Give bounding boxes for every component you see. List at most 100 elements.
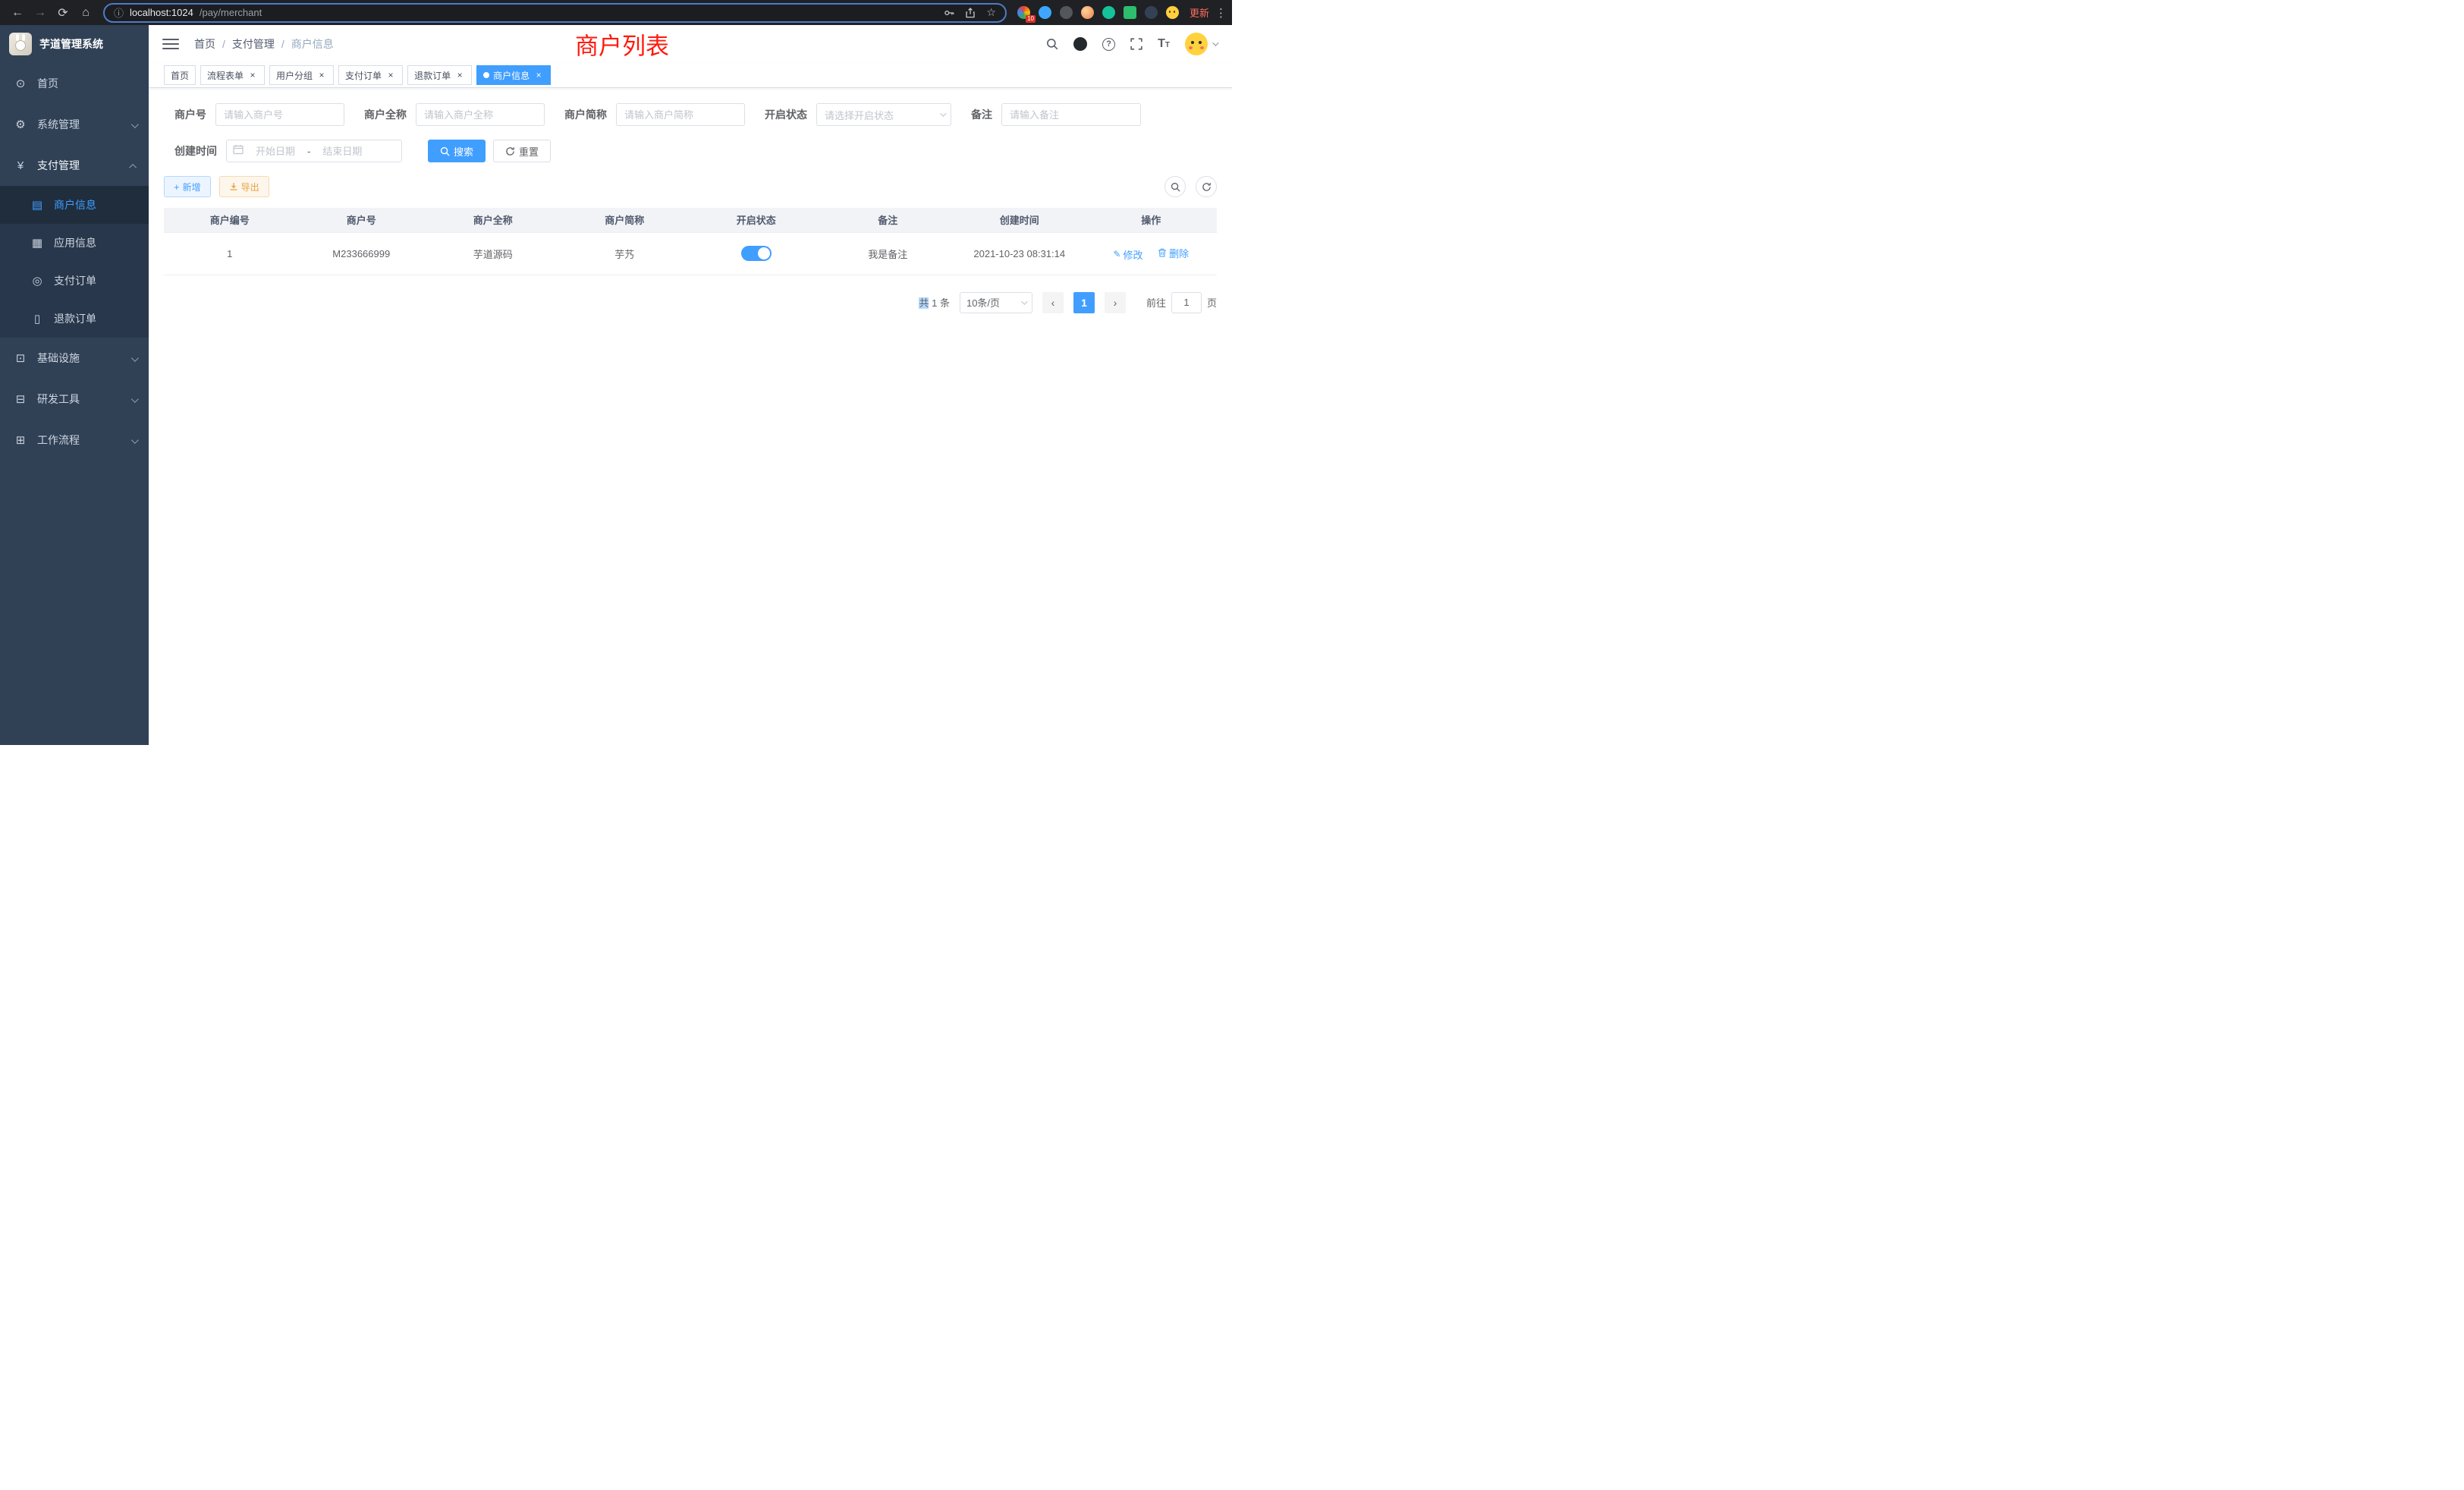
edit-link[interactable]: ✎ 修改: [1113, 247, 1142, 262]
sidebar-item-payment[interactable]: ¥ 支付管理: [0, 145, 149, 186]
plus-icon: +: [174, 182, 180, 192]
active-tab-dot: [483, 72, 489, 78]
refresh-button[interactable]: [1196, 176, 1217, 197]
extension-icon[interactable]: [1124, 6, 1136, 19]
close-icon[interactable]: ×: [247, 70, 258, 80]
home-icon[interactable]: ⌂: [74, 2, 97, 24]
extension-icon[interactable]: [1145, 6, 1158, 19]
profile-avatar-icon[interactable]: [1166, 6, 1179, 19]
breadcrumb-item[interactable]: 首页: [194, 36, 215, 52]
col-merchant-name: 商户全称: [427, 208, 559, 232]
filter-row-2: 创建时间 - 搜索 重置: [164, 140, 1217, 162]
yen-icon: ¥: [14, 159, 27, 172]
address-bar[interactable]: ⓘ localhost:1024 /pay/merchant ☆: [103, 3, 1007, 23]
tab-pay-order[interactable]: 支付订单 ×: [338, 65, 403, 85]
tab-user-group[interactable]: 用户分组 ×: [269, 65, 334, 85]
goto-page-input[interactable]: [1171, 292, 1202, 313]
sidebar-item-system[interactable]: ⚙ 系统管理: [0, 104, 149, 145]
reset-button[interactable]: 重置: [493, 140, 551, 162]
export-button[interactable]: 导出: [219, 176, 269, 197]
pagination-total-prefix: 共: [919, 297, 929, 309]
close-icon[interactable]: ×: [533, 70, 544, 80]
tab-home[interactable]: 首页: [164, 65, 196, 85]
prev-page-button[interactable]: ‹: [1042, 292, 1064, 313]
extension-icon[interactable]: 10: [1017, 6, 1030, 19]
col-merchant-short: 商户简称: [559, 208, 691, 232]
col-status: 开启状态: [690, 208, 822, 232]
close-icon[interactable]: ×: [385, 70, 396, 80]
github-icon[interactable]: [1073, 37, 1087, 51]
fullscreen-icon[interactable]: [1130, 38, 1142, 50]
sidebar-item-label: 系统管理: [37, 117, 80, 132]
search-button[interactable]: 搜索: [428, 140, 486, 162]
sidebar-item-pay-order[interactable]: ◎ 支付订单: [0, 262, 149, 300]
tab-refund-order[interactable]: 退款订单 ×: [407, 65, 472, 85]
col-actions: 操作: [1086, 208, 1218, 232]
top-navbar: 首页 / 支付管理 / 商户信息 商户列表 ? TT: [149, 25, 1232, 63]
page-content: 商户号 商户全称 商户简称 开启状态 请选择开启状态 备注: [149, 88, 1232, 313]
tab-merchant-info[interactable]: 商户信息 ×: [476, 65, 551, 85]
close-icon[interactable]: ×: [316, 70, 327, 80]
site-info-icon[interactable]: ⓘ: [114, 5, 124, 20]
user-avatar-dropdown[interactable]: [1185, 33, 1217, 55]
merchant-name-input[interactable]: [416, 103, 545, 126]
edit-icon: ✎: [1113, 250, 1120, 259]
breadcrumb-item[interactable]: 支付管理: [232, 36, 275, 52]
extension-icon[interactable]: [1039, 6, 1051, 19]
pagination-total: 共 1 条: [919, 295, 950, 310]
status-select[interactable]: 请选择开启状态: [816, 103, 951, 126]
toggle-search-button[interactable]: [1164, 176, 1186, 197]
bookmark-star-icon[interactable]: ☆: [986, 6, 996, 19]
sidebar-item-workflow[interactable]: ⊞ 工作流程: [0, 420, 149, 461]
back-icon[interactable]: ←: [6, 2, 29, 24]
page-size-select[interactable]: 10条/页: [960, 292, 1032, 313]
page-annotation: 商户列表: [575, 27, 669, 61]
app-logo[interactable]: 芋道管理系统: [0, 25, 149, 63]
chevron-down-icon: [131, 118, 137, 130]
menu-fold-icon[interactable]: [162, 36, 179, 52]
target-icon: ◎: [30, 274, 44, 288]
date-end-input[interactable]: [313, 146, 371, 157]
chevron-down-icon: [131, 393, 137, 405]
sidebar-item-infrastructure[interactable]: ⊡ 基础设施: [0, 338, 149, 379]
forward-icon[interactable]: →: [29, 2, 52, 24]
merchant-no-input[interactable]: [215, 103, 344, 126]
password-key-icon[interactable]: [944, 8, 954, 18]
merchant-short-input[interactable]: [616, 103, 745, 126]
extensions-area: 10: [1013, 6, 1183, 19]
browser-update-button[interactable]: 更新: [1190, 5, 1209, 20]
delete-link[interactable]: 删除: [1158, 246, 1189, 260]
edit-link-label: 修改: [1123, 247, 1142, 262]
gear-icon: ⚙: [14, 118, 27, 131]
page-number-button[interactable]: 1: [1073, 292, 1095, 313]
browser-toolbar: ← → ⟳ ⌂ ⓘ localhost:1024 /pay/merchant ☆…: [0, 0, 1232, 25]
add-button[interactable]: + 新增: [164, 176, 211, 197]
extension-icon[interactable]: [1081, 6, 1094, 19]
remark-input[interactable]: [1001, 103, 1141, 126]
page-size-value: 10条/页: [966, 295, 1000, 310]
tab-process-form[interactable]: 流程表单 ×: [200, 65, 265, 85]
extension-icon[interactable]: [1102, 6, 1115, 19]
sidebar-item-merchant-info[interactable]: ▤ 商户信息: [0, 186, 149, 224]
sidebar-item-app-info[interactable]: ▦ 应用信息: [0, 224, 149, 262]
reload-icon[interactable]: ⟳: [52, 2, 74, 24]
browser-menu-icon[interactable]: ⋮: [1215, 6, 1226, 20]
sidebar-item-home[interactable]: ⊙ 首页: [0, 63, 149, 104]
share-icon[interactable]: [965, 8, 976, 18]
sidebar-item-dev-tools[interactable]: ⊟ 研发工具: [0, 379, 149, 420]
sidebar: 芋道管理系统 ⊙ 首页 ⚙ 系统管理 ¥ 支付管理 ▤ 商户信息 ▦ 应用信息: [0, 25, 149, 745]
font-size-icon[interactable]: TT: [1158, 38, 1170, 50]
next-page-button[interactable]: ›: [1105, 292, 1126, 313]
tab-label: 支付订单: [345, 69, 382, 82]
sidebar-item-label: 支付订单: [54, 273, 96, 288]
help-icon[interactable]: ?: [1102, 38, 1115, 51]
date-range-picker[interactable]: -: [226, 140, 402, 162]
search-icon[interactable]: [1046, 38, 1058, 50]
pagination: 共 1 条 10条/页 ‹ 1 › 前往 页: [164, 292, 1217, 313]
status-toggle[interactable]: [741, 246, 772, 261]
extension-icon[interactable]: [1060, 6, 1073, 19]
sidebar-item-refund-order[interactable]: ▯ 退款订单: [0, 300, 149, 338]
date-start-input[interactable]: [247, 146, 304, 157]
close-icon[interactable]: ×: [454, 70, 465, 80]
cell-merchant-no: M233666999: [296, 232, 428, 275]
